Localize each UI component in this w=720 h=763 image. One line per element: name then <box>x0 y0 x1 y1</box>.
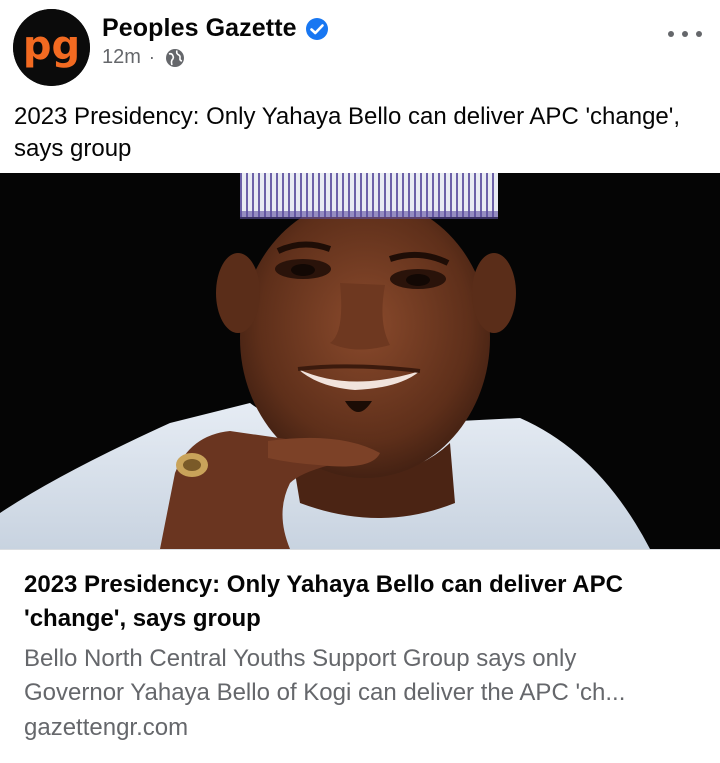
meta-separator: · <box>148 47 155 67</box>
post-timestamp[interactable]: 12m <box>102 46 141 69</box>
portrait-photo <box>0 173 720 549</box>
link-title[interactable]: 2023 Presidency: Only Yahaya Bello can d… <box>24 568 694 636</box>
verified-badge-icon <box>305 17 329 41</box>
more-options-icon <box>668 31 674 37</box>
page-name-row: Peoples Gazette <box>102 14 329 43</box>
post-header: pg Peoples Gazette 12m · <box>0 0 720 100</box>
link-domain[interactable]: gazettengr.com <box>24 711 188 745</box>
page-name[interactable]: Peoples Gazette <box>102 14 297 43</box>
post-caption: 2023 Presidency: Only Yahaya Bello can d… <box>14 103 681 162</box>
globe-icon <box>165 48 185 68</box>
more-options-icon-dot <box>682 31 688 37</box>
post-photo[interactable] <box>0 173 720 549</box>
more-options-button[interactable] <box>668 22 702 46</box>
logo-lettering: pg <box>23 23 80 69</box>
link-description-line-1: Bello North Central Youths Support Group… <box>24 645 577 672</box>
post-meta: 12m · <box>102 46 185 69</box>
link-description-line-2: Governor Yahaya Bello of Kogi can delive… <box>24 679 626 706</box>
page-avatar[interactable]: pg <box>13 9 90 86</box>
peoples-gazette-logo-icon: pg <box>13 9 90 86</box>
link-preview-card[interactable]: 2023 Presidency: Only Yahaya Bello can d… <box>0 549 720 763</box>
cap-shape <box>240 173 498 217</box>
link-description: Bello North Central Youths Support Group… <box>24 642 696 710</box>
more-options-icon-dot <box>696 31 702 37</box>
